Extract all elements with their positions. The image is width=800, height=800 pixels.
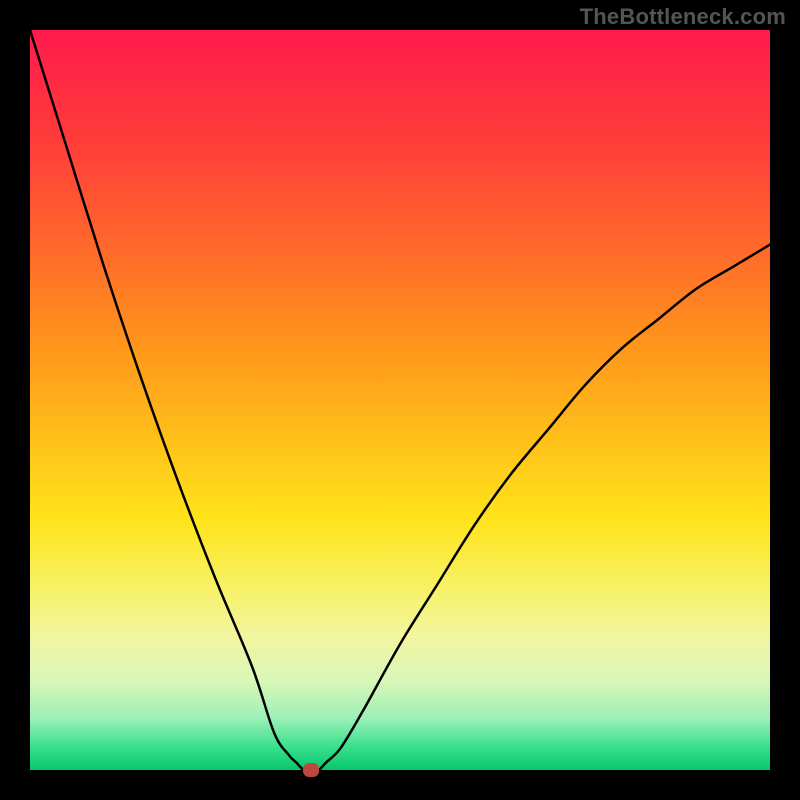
bottleneck-curve: [30, 30, 770, 770]
optimal-point-marker: [303, 763, 319, 777]
plot-area: [30, 30, 770, 770]
watermark-text: TheBottleneck.com: [580, 4, 786, 30]
chart-frame: TheBottleneck.com: [0, 0, 800, 800]
